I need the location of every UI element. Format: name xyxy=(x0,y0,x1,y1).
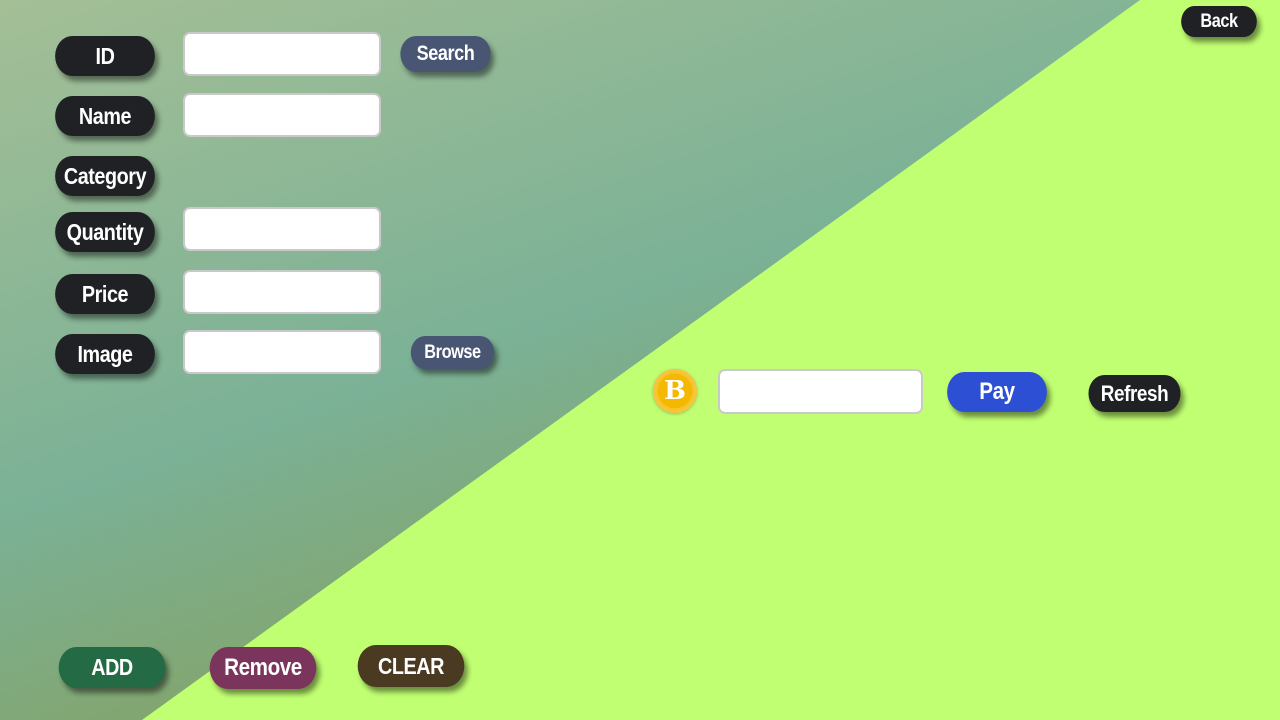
name-input[interactable] xyxy=(183,93,381,137)
payment-amount-input[interactable] xyxy=(718,369,923,414)
bitcoin-coin-icon: B xyxy=(653,369,697,413)
name-label: Name xyxy=(55,96,155,136)
category-label: Category xyxy=(55,156,155,196)
remove-button[interactable]: Remove xyxy=(209,647,317,689)
refresh-button[interactable]: Refresh xyxy=(1088,375,1181,412)
image-label: Image xyxy=(55,334,155,374)
browse-button[interactable]: Browse xyxy=(410,336,495,369)
pay-button[interactable]: Pay xyxy=(947,372,1047,412)
quantity-label: Quantity xyxy=(55,212,155,252)
clear-button[interactable]: CLEAR xyxy=(357,645,465,687)
search-button[interactable]: Search xyxy=(400,36,491,72)
price-label: Price xyxy=(55,274,155,314)
back-button[interactable]: Back xyxy=(1181,6,1257,37)
add-button[interactable]: ADD xyxy=(58,647,166,688)
image-path-input[interactable] xyxy=(183,330,381,374)
quantity-input[interactable] xyxy=(183,207,381,251)
id-input[interactable] xyxy=(183,32,381,76)
id-label: ID xyxy=(55,36,155,76)
bitcoin-coin-glyph: B xyxy=(664,376,686,406)
price-input[interactable] xyxy=(183,270,381,314)
